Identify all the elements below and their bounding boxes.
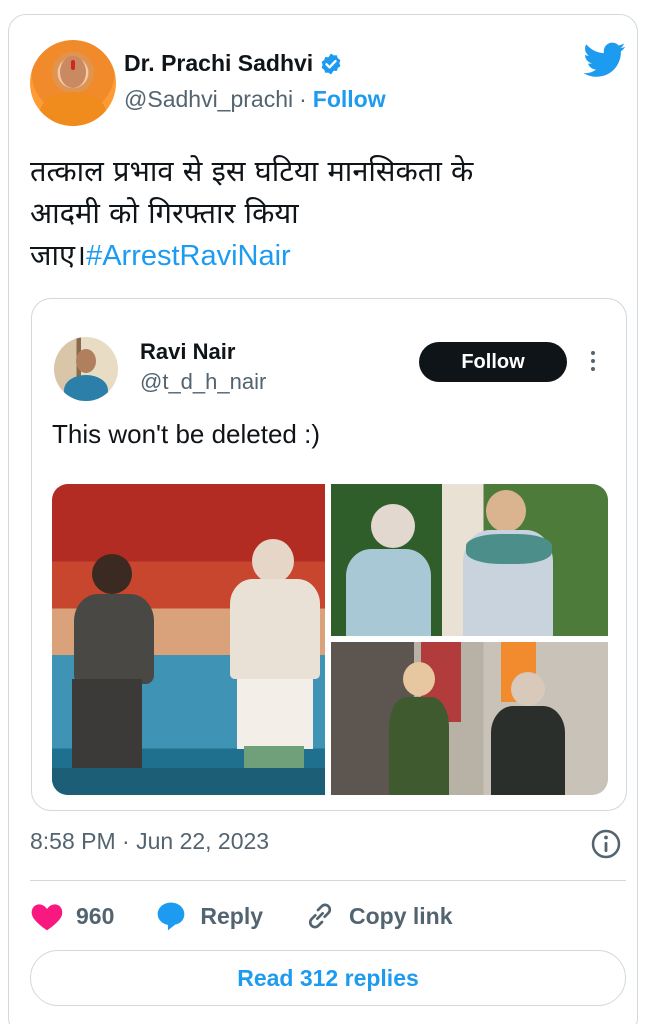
tweet-text-line: जाए।#ArrestRaviNair: [30, 234, 610, 277]
media-photo-3[interactable]: [331, 642, 608, 795]
tweet-text: तत्काल प्रभाव से इस घटिया मानसिकता के आद…: [30, 150, 610, 277]
read-replies-button[interactable]: Read 312 replies: [30, 950, 626, 1006]
tweet-timestamp[interactable]: 8:58 PM · Jun 22, 2023: [30, 828, 269, 855]
author-avatar[interactable]: [30, 40, 116, 126]
reply-button[interactable]: Reply: [154, 900, 263, 932]
heart-icon: [31, 904, 63, 931]
author-display-name[interactable]: Dr. Prachi Sadhvi: [124, 50, 313, 77]
quoted-author-avatar[interactable]: [54, 337, 118, 401]
tweet-text-line: तत्काल प्रभाव से इस घटिया मानसिकता के: [30, 154, 474, 188]
link-icon: [308, 903, 332, 929]
copy-link-button[interactable]: Copy link: [303, 900, 453, 932]
separator-dot: ·: [299, 86, 307, 112]
media-grid: [52, 484, 608, 795]
twitter-bird-icon[interactable]: [584, 42, 626, 78]
follow-link[interactable]: Follow: [313, 86, 386, 113]
hashtag-link[interactable]: #ArrestRaviNair: [86, 240, 291, 272]
more-icon[interactable]: [590, 349, 596, 373]
likes-count: 960: [76, 902, 115, 929]
copy-link-label: Copy link: [349, 902, 453, 929]
divider: [30, 880, 626, 881]
author-handle-row: @Sadhvi_prachi · Follow: [124, 86, 386, 113]
reply-bubble-icon: [158, 902, 185, 931]
media-photo-1[interactable]: [52, 484, 325, 795]
quoted-tweet-text: This won't be deleted :): [52, 419, 320, 449]
tweet-text-fragment: जाए।: [30, 238, 87, 272]
verified-badge-icon: [321, 53, 341, 74]
author-name-row[interactable]: Dr. Prachi Sadhvi: [124, 50, 343, 77]
quoted-tweet[interactable]: Ravi Nair @t_d_h_nair Follow This won't …: [31, 298, 627, 811]
like-button[interactable]: 960: [30, 901, 114, 931]
action-bar: 960 Reply Copy link: [30, 896, 493, 936]
author-handle[interactable]: @Sadhvi_prachi: [124, 86, 293, 113]
reply-label: Reply: [200, 902, 264, 929]
media-photo-2[interactable]: [331, 484, 608, 636]
quoted-author-handle[interactable]: @t_d_h_nair: [140, 369, 266, 395]
tweet-text-line: आदमी को गिरफ्तार किया: [30, 196, 299, 230]
quoted-follow-button[interactable]: Follow: [419, 342, 567, 382]
quoted-author-name[interactable]: Ravi Nair: [140, 339, 235, 365]
info-icon[interactable]: [590, 828, 622, 860]
